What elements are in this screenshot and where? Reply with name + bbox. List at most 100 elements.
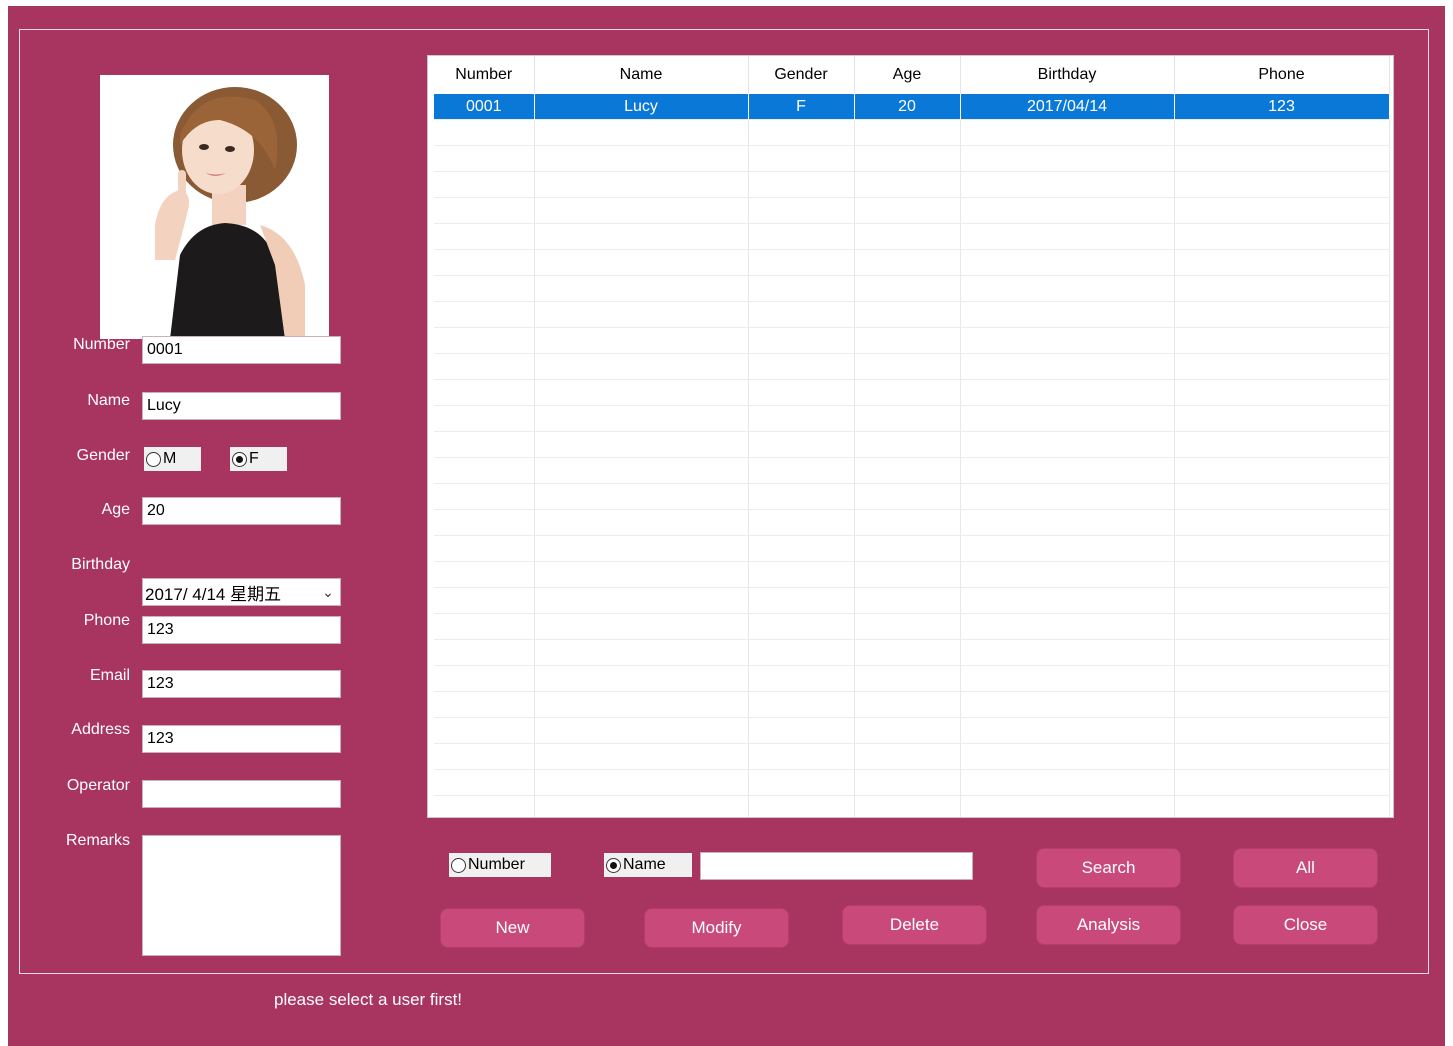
empty-cell xyxy=(748,197,855,224)
empty-cell xyxy=(960,769,1175,796)
empty-cell xyxy=(960,327,1175,354)
email-field[interactable] xyxy=(142,670,341,698)
empty-table-row xyxy=(434,587,1390,614)
empty-table-row xyxy=(434,691,1390,718)
modify-button[interactable]: Modify xyxy=(644,908,789,948)
empty-cell xyxy=(1174,639,1390,666)
empty-cell xyxy=(1174,691,1390,718)
empty-table-row xyxy=(434,301,1390,328)
empty-cell xyxy=(748,717,855,744)
table-row[interactable]: 0001 Lucy F 20 2017/04/14 123 xyxy=(434,94,1390,120)
name-field[interactable] xyxy=(142,392,341,420)
new-button[interactable]: New xyxy=(440,908,585,948)
empty-cell xyxy=(960,509,1175,536)
empty-cell xyxy=(854,457,961,484)
status-message: please select a user first! xyxy=(274,990,463,1009)
chevron-down-icon[interactable]: ⌄ xyxy=(316,584,340,601)
empty-cell xyxy=(1174,405,1390,432)
empty-cell xyxy=(748,405,855,432)
all-button[interactable]: All xyxy=(1233,848,1378,888)
empty-cell xyxy=(534,197,749,224)
table-header-row: Number Name Gender Age Birthday Phone xyxy=(434,56,1390,94)
empty-cell xyxy=(434,587,535,614)
column-header-birthday[interactable]: Birthday xyxy=(960,56,1175,94)
portrait-image xyxy=(100,75,329,339)
empty-cell xyxy=(434,353,535,380)
empty-cell xyxy=(854,535,961,562)
birthday-datepicker[interactable]: 2017/ 4/14 星期五 ⌄ xyxy=(142,578,341,606)
empty-cell xyxy=(434,405,535,432)
empty-table-row xyxy=(434,561,1390,588)
empty-cell xyxy=(960,535,1175,562)
empty-table-row xyxy=(434,769,1390,796)
empty-cell xyxy=(854,561,961,588)
empty-cell xyxy=(748,561,855,588)
delete-button[interactable]: Delete xyxy=(842,905,987,945)
empty-cell xyxy=(748,223,855,250)
column-header-age[interactable]: Age xyxy=(854,56,961,94)
empty-cell xyxy=(534,145,749,172)
empty-cell xyxy=(534,587,749,614)
cell-name: Lucy xyxy=(534,94,749,120)
empty-cell xyxy=(434,769,535,796)
empty-cell xyxy=(960,145,1175,172)
analysis-button[interactable]: Analysis xyxy=(1036,905,1181,945)
users-table[interactable]: Number Name Gender Age Birthday Phone 00… xyxy=(427,55,1394,818)
empty-cell xyxy=(434,457,535,484)
phone-field[interactable] xyxy=(142,616,341,644)
empty-cell xyxy=(1174,795,1390,817)
empty-cell xyxy=(1174,535,1390,562)
search-by-number-radio[interactable]: Number xyxy=(449,853,551,877)
birthday-label: Birthday xyxy=(71,556,130,573)
column-header-name[interactable]: Name xyxy=(534,56,749,94)
remarks-textarea[interactable] xyxy=(142,835,341,956)
close-button[interactable]: Close xyxy=(1233,905,1378,945)
age-field[interactable] xyxy=(142,497,341,525)
empty-cell xyxy=(534,483,749,510)
search-input[interactable] xyxy=(700,852,973,880)
empty-cell xyxy=(748,457,855,484)
gender-f-radio[interactable]: F xyxy=(230,447,287,471)
empty-table-row xyxy=(434,223,1390,250)
empty-cell xyxy=(1174,509,1390,536)
empty-table-row xyxy=(434,743,1390,770)
empty-table-row xyxy=(434,353,1390,380)
empty-cell xyxy=(1174,353,1390,380)
column-header-gender[interactable]: Gender xyxy=(748,56,855,94)
gender-m-radio[interactable]: M xyxy=(144,447,201,471)
empty-cell xyxy=(534,795,749,817)
empty-cell xyxy=(960,717,1175,744)
empty-cell xyxy=(434,717,535,744)
empty-cell xyxy=(960,613,1175,640)
empty-cell xyxy=(1174,223,1390,250)
remarks-label: Remarks xyxy=(65,832,130,849)
birthday-value: 2017/ 4/14 星期五 xyxy=(145,584,282,604)
empty-cell xyxy=(960,561,1175,588)
empty-table-row xyxy=(434,457,1390,484)
address-label: Address xyxy=(71,721,130,738)
empty-cell xyxy=(434,171,535,198)
empty-cell xyxy=(960,639,1175,666)
address-field[interactable] xyxy=(142,725,341,753)
age-label: Age xyxy=(101,501,130,518)
empty-cell xyxy=(854,613,961,640)
column-header-phone[interactable]: Phone xyxy=(1174,56,1390,94)
search-by-name-radio[interactable]: Name xyxy=(604,853,692,877)
empty-cell xyxy=(1174,743,1390,770)
empty-cell xyxy=(1174,119,1390,146)
empty-cell xyxy=(534,301,749,328)
empty-cell xyxy=(854,275,961,302)
empty-cell xyxy=(854,379,961,406)
empty-cell xyxy=(854,249,961,276)
search-button[interactable]: Search xyxy=(1036,848,1181,888)
empty-cell xyxy=(434,795,535,817)
empty-cell xyxy=(854,769,961,796)
operator-field[interactable] xyxy=(142,780,341,808)
gender-m-label: M xyxy=(163,450,177,467)
search-by-number-label: Number xyxy=(468,856,525,873)
column-header-number[interactable]: Number xyxy=(434,56,535,94)
empty-cell xyxy=(854,509,961,536)
empty-table-row xyxy=(434,327,1390,354)
number-field[interactable] xyxy=(142,336,341,364)
empty-cell xyxy=(854,587,961,614)
